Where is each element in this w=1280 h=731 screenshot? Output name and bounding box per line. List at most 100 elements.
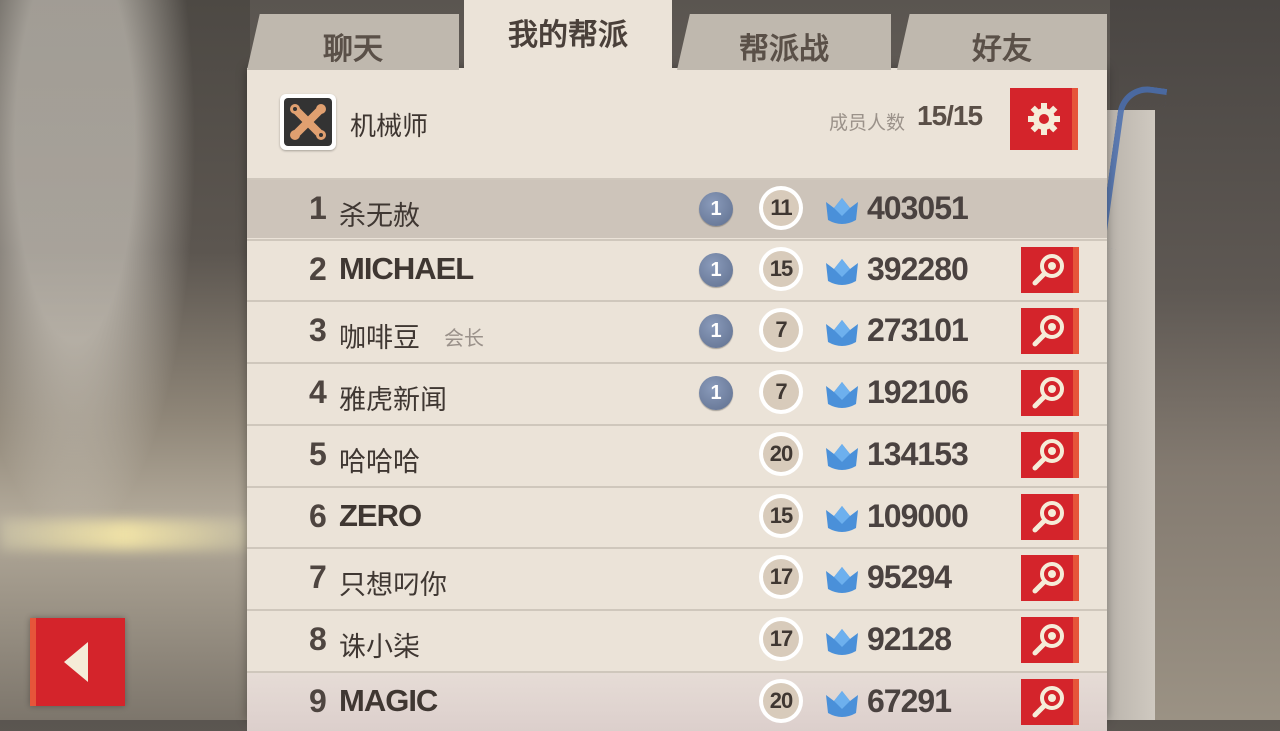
member-name: 杀无赦 xyxy=(339,201,420,231)
member-score: 403051 xyxy=(867,190,969,226)
crown-icon xyxy=(824,687,860,724)
magnifier-icon xyxy=(1030,375,1070,416)
member-rank: 4 xyxy=(309,374,327,410)
member-row[interactable]: 1 杀无赦 1 11 403051 xyxy=(247,178,1107,238)
gear-icon xyxy=(1028,103,1060,135)
member-score: 134153 xyxy=(867,436,969,472)
member-level-value: 7 xyxy=(763,374,799,410)
member-level-value: 17 xyxy=(763,559,799,595)
inspect-button[interactable] xyxy=(1021,617,1079,663)
member-level: 11 xyxy=(759,186,803,230)
inspect-button[interactable] xyxy=(1021,247,1079,293)
member-level: 17 xyxy=(759,555,803,599)
inspect-button[interactable] xyxy=(1021,555,1079,601)
member-score: 92128 xyxy=(867,621,952,657)
inspect-button[interactable] xyxy=(1021,370,1079,416)
magnifier-icon xyxy=(1030,622,1070,663)
member-rank: 2 xyxy=(309,251,327,287)
background-glow xyxy=(0,520,250,550)
crown-icon xyxy=(824,563,860,600)
member-level-value: 15 xyxy=(763,251,799,287)
tab-my-guild[interactable]: 我的帮派 xyxy=(464,0,672,70)
member-badge: 1 xyxy=(699,253,733,287)
member-level: 20 xyxy=(759,432,803,476)
guild-name: 机械师 xyxy=(350,111,429,141)
magnifier-icon xyxy=(1030,437,1070,478)
member-level: 15 xyxy=(759,247,803,291)
member-level-value: 20 xyxy=(763,436,799,472)
guild-emblem xyxy=(280,94,336,150)
member-name: 诛小柒 xyxy=(339,632,420,662)
member-rank: 1 xyxy=(309,190,327,226)
member-name: MAGIC xyxy=(339,683,438,718)
crown-icon xyxy=(824,255,860,292)
member-row[interactable]: 3 咖啡豆 会长 1 7 273101 xyxy=(247,300,1107,360)
wrench-emblem-icon xyxy=(284,98,332,146)
member-rank: 8 xyxy=(309,621,327,657)
member-badge: 1 xyxy=(699,192,733,226)
member-row[interactable]: 5 哈哈哈 20 134153 xyxy=(247,424,1107,484)
member-level-value: 20 xyxy=(763,683,799,719)
crown-icon xyxy=(824,440,860,477)
magnifier-icon xyxy=(1030,499,1070,540)
member-count-label: 成员人数 xyxy=(829,113,906,134)
inspect-button[interactable] xyxy=(1021,308,1079,354)
crown-icon xyxy=(824,502,860,539)
member-name: 哈哈哈 xyxy=(339,447,420,477)
member-row[interactable]: 6 ZERO 15 109000 xyxy=(247,486,1107,546)
member-level: 20 xyxy=(759,679,803,723)
member-name: 雅虎新闻 xyxy=(339,385,447,415)
tab-guild-war[interactable]: 帮派战 xyxy=(677,14,891,70)
member-row[interactable]: 4 雅虎新闻 1 7 192106 xyxy=(247,362,1107,422)
member-level-value: 15 xyxy=(763,498,799,534)
inspect-button[interactable] xyxy=(1021,679,1079,725)
member-rank: 5 xyxy=(309,436,327,472)
member-row[interactable]: 7 只想叼你 17 95294 xyxy=(247,547,1107,607)
crown-icon xyxy=(824,316,860,353)
tab-bar: 聊天 帮派战 好友 我的帮派 xyxy=(247,0,1107,70)
member-level-value: 11 xyxy=(763,190,799,226)
magnifier-icon xyxy=(1030,684,1070,725)
background-left xyxy=(0,0,250,720)
member-level-value: 7 xyxy=(763,312,799,348)
member-name: 只想叼你 xyxy=(339,570,447,600)
member-rank: 7 xyxy=(309,559,327,595)
member-level: 15 xyxy=(759,494,803,538)
guild-header: 机械师 成员人数 15/15 xyxy=(247,70,1107,178)
member-row[interactable]: 2 MICHAEL 1 15 392280 xyxy=(247,239,1107,299)
member-role: 会长 xyxy=(444,328,484,350)
member-rank: 6 xyxy=(309,498,327,534)
magnifier-icon xyxy=(1030,313,1070,354)
member-row[interactable]: 8 诛小柒 17 92128 xyxy=(247,609,1107,669)
tab-chat[interactable]: 聊天 xyxy=(247,14,459,70)
member-score: 192106 xyxy=(867,374,969,410)
magnifier-icon xyxy=(1030,252,1070,293)
back-arrow-icon xyxy=(64,642,88,682)
member-level-value: 17 xyxy=(763,621,799,657)
member-badge: 1 xyxy=(699,314,733,348)
member-score: 109000 xyxy=(867,498,969,534)
magnifier-icon xyxy=(1030,560,1070,601)
crown-icon xyxy=(824,625,860,662)
member-level: 7 xyxy=(759,370,803,414)
member-level: 17 xyxy=(759,617,803,661)
member-score: 273101 xyxy=(867,312,969,348)
member-score: 67291 xyxy=(867,683,952,719)
member-badge: 1 xyxy=(699,376,733,410)
crown-icon xyxy=(824,378,860,415)
member-name: 咖啡豆 xyxy=(339,323,420,353)
inspect-button[interactable] xyxy=(1021,432,1079,478)
inspect-button[interactable] xyxy=(1021,494,1079,540)
crown-icon xyxy=(824,194,860,231)
member-rank: 3 xyxy=(309,312,327,348)
member-rank: 9 xyxy=(309,683,327,719)
member-row[interactable]: 9 MAGIC 20 67291 xyxy=(247,671,1107,731)
settings-button[interactable] xyxy=(1010,88,1078,150)
member-level: 7 xyxy=(759,308,803,352)
tab-friends[interactable]: 好友 xyxy=(897,14,1107,70)
member-name: ZERO xyxy=(339,498,422,533)
member-score: 392280 xyxy=(867,251,969,287)
member-score: 95294 xyxy=(867,559,952,595)
back-button[interactable] xyxy=(30,618,125,706)
member-count: 15/15 xyxy=(917,100,983,131)
